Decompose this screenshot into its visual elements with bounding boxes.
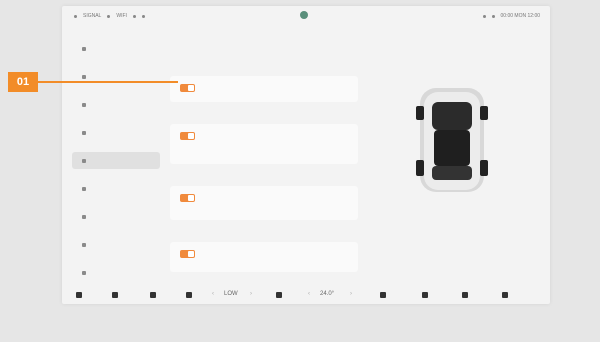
sidebar-item-4[interactable]: [72, 124, 160, 141]
sidebar-icon: [82, 46, 86, 51]
infotainment-screen: SIGNAL WIFI 00:00 MON 12:00 ‹ LOW › ‹ 24…: [62, 6, 550, 304]
bottom-dock: ‹ LOW › ‹ 24.0° ›: [62, 286, 550, 304]
bluetooth-icon: [132, 14, 136, 18]
setting-row-1[interactable]: [170, 76, 358, 102]
settings-gear-icon[interactable]: [502, 292, 508, 298]
temp-increase-button[interactable]: ›: [350, 291, 352, 297]
status-signal-label: SIGNAL: [83, 13, 102, 19]
fan-decrease-button[interactable]: ‹: [212, 291, 214, 297]
sidebar-icon: [82, 270, 86, 275]
toggle-switch-1[interactable]: [180, 84, 195, 92]
home-icon[interactable]: [76, 292, 82, 298]
setting-row-4[interactable]: [170, 242, 358, 272]
settings-tabs: [170, 42, 184, 44]
sidebar-item-6[interactable]: [72, 180, 160, 197]
temperature: 24.0°: [320, 291, 335, 297]
fan-increase-button[interactable]: ›: [250, 291, 252, 297]
seat-heat-right-icon[interactable]: [380, 292, 386, 298]
mute-icon: [141, 14, 145, 18]
fan-icon[interactable]: [276, 292, 282, 298]
wifi-icon: [107, 14, 111, 18]
seat-heat-icon[interactable]: [186, 292, 192, 298]
music-icon[interactable]: [422, 292, 428, 298]
toggle-switch-3[interactable]: [180, 194, 195, 202]
signal-icon: [74, 14, 77, 18]
assistant-icon[interactable]: [300, 11, 308, 19]
temp-decrease-button[interactable]: ‹: [308, 291, 310, 297]
sidebar-item-9[interactable]: [72, 264, 160, 281]
settings-icon[interactable]: [491, 14, 495, 18]
sidebar-item-8[interactable]: [72, 236, 160, 253]
sidebar-icon: [82, 158, 86, 163]
callout-label: 01: [8, 72, 38, 92]
sidebar-icon: [82, 242, 86, 247]
sidebar-item-1[interactable]: [72, 40, 160, 57]
settings-sidebar: [72, 40, 160, 292]
seat-icon[interactable]: [150, 292, 156, 298]
sidebar-item-5[interactable]: [72, 152, 160, 169]
status-left: SIGNAL WIFI: [74, 13, 145, 19]
sidebar-item-3[interactable]: [72, 96, 160, 113]
battery-icon: [482, 14, 486, 18]
status-right: 00:00 MON 12:00: [482, 13, 540, 19]
toggle-switch-2[interactable]: [180, 132, 195, 140]
sidebar-icon: [82, 214, 86, 219]
setting-row-2[interactable]: [170, 124, 358, 164]
status-bar: SIGNAL WIFI 00:00 MON 12:00: [62, 6, 550, 26]
car-icon[interactable]: [112, 292, 118, 298]
setting-row-3[interactable]: [170, 186, 358, 220]
sidebar-icon: [82, 186, 86, 191]
sidebar-icon: [82, 130, 86, 135]
sidebar-item-7[interactable]: [72, 208, 160, 225]
sidebar-icon: [82, 74, 86, 79]
toggle-switch-4[interactable]: [180, 250, 195, 258]
sidebar-icon: [82, 102, 86, 107]
status-time: 00:00 MON 12:00: [500, 13, 540, 19]
car-top-view-image: [416, 88, 488, 192]
status-wifi-label: WIFI: [116, 13, 127, 19]
callout-leader-line: [38, 81, 178, 83]
apps-icon[interactable]: [462, 292, 468, 298]
fan-level: LOW: [224, 291, 238, 297]
